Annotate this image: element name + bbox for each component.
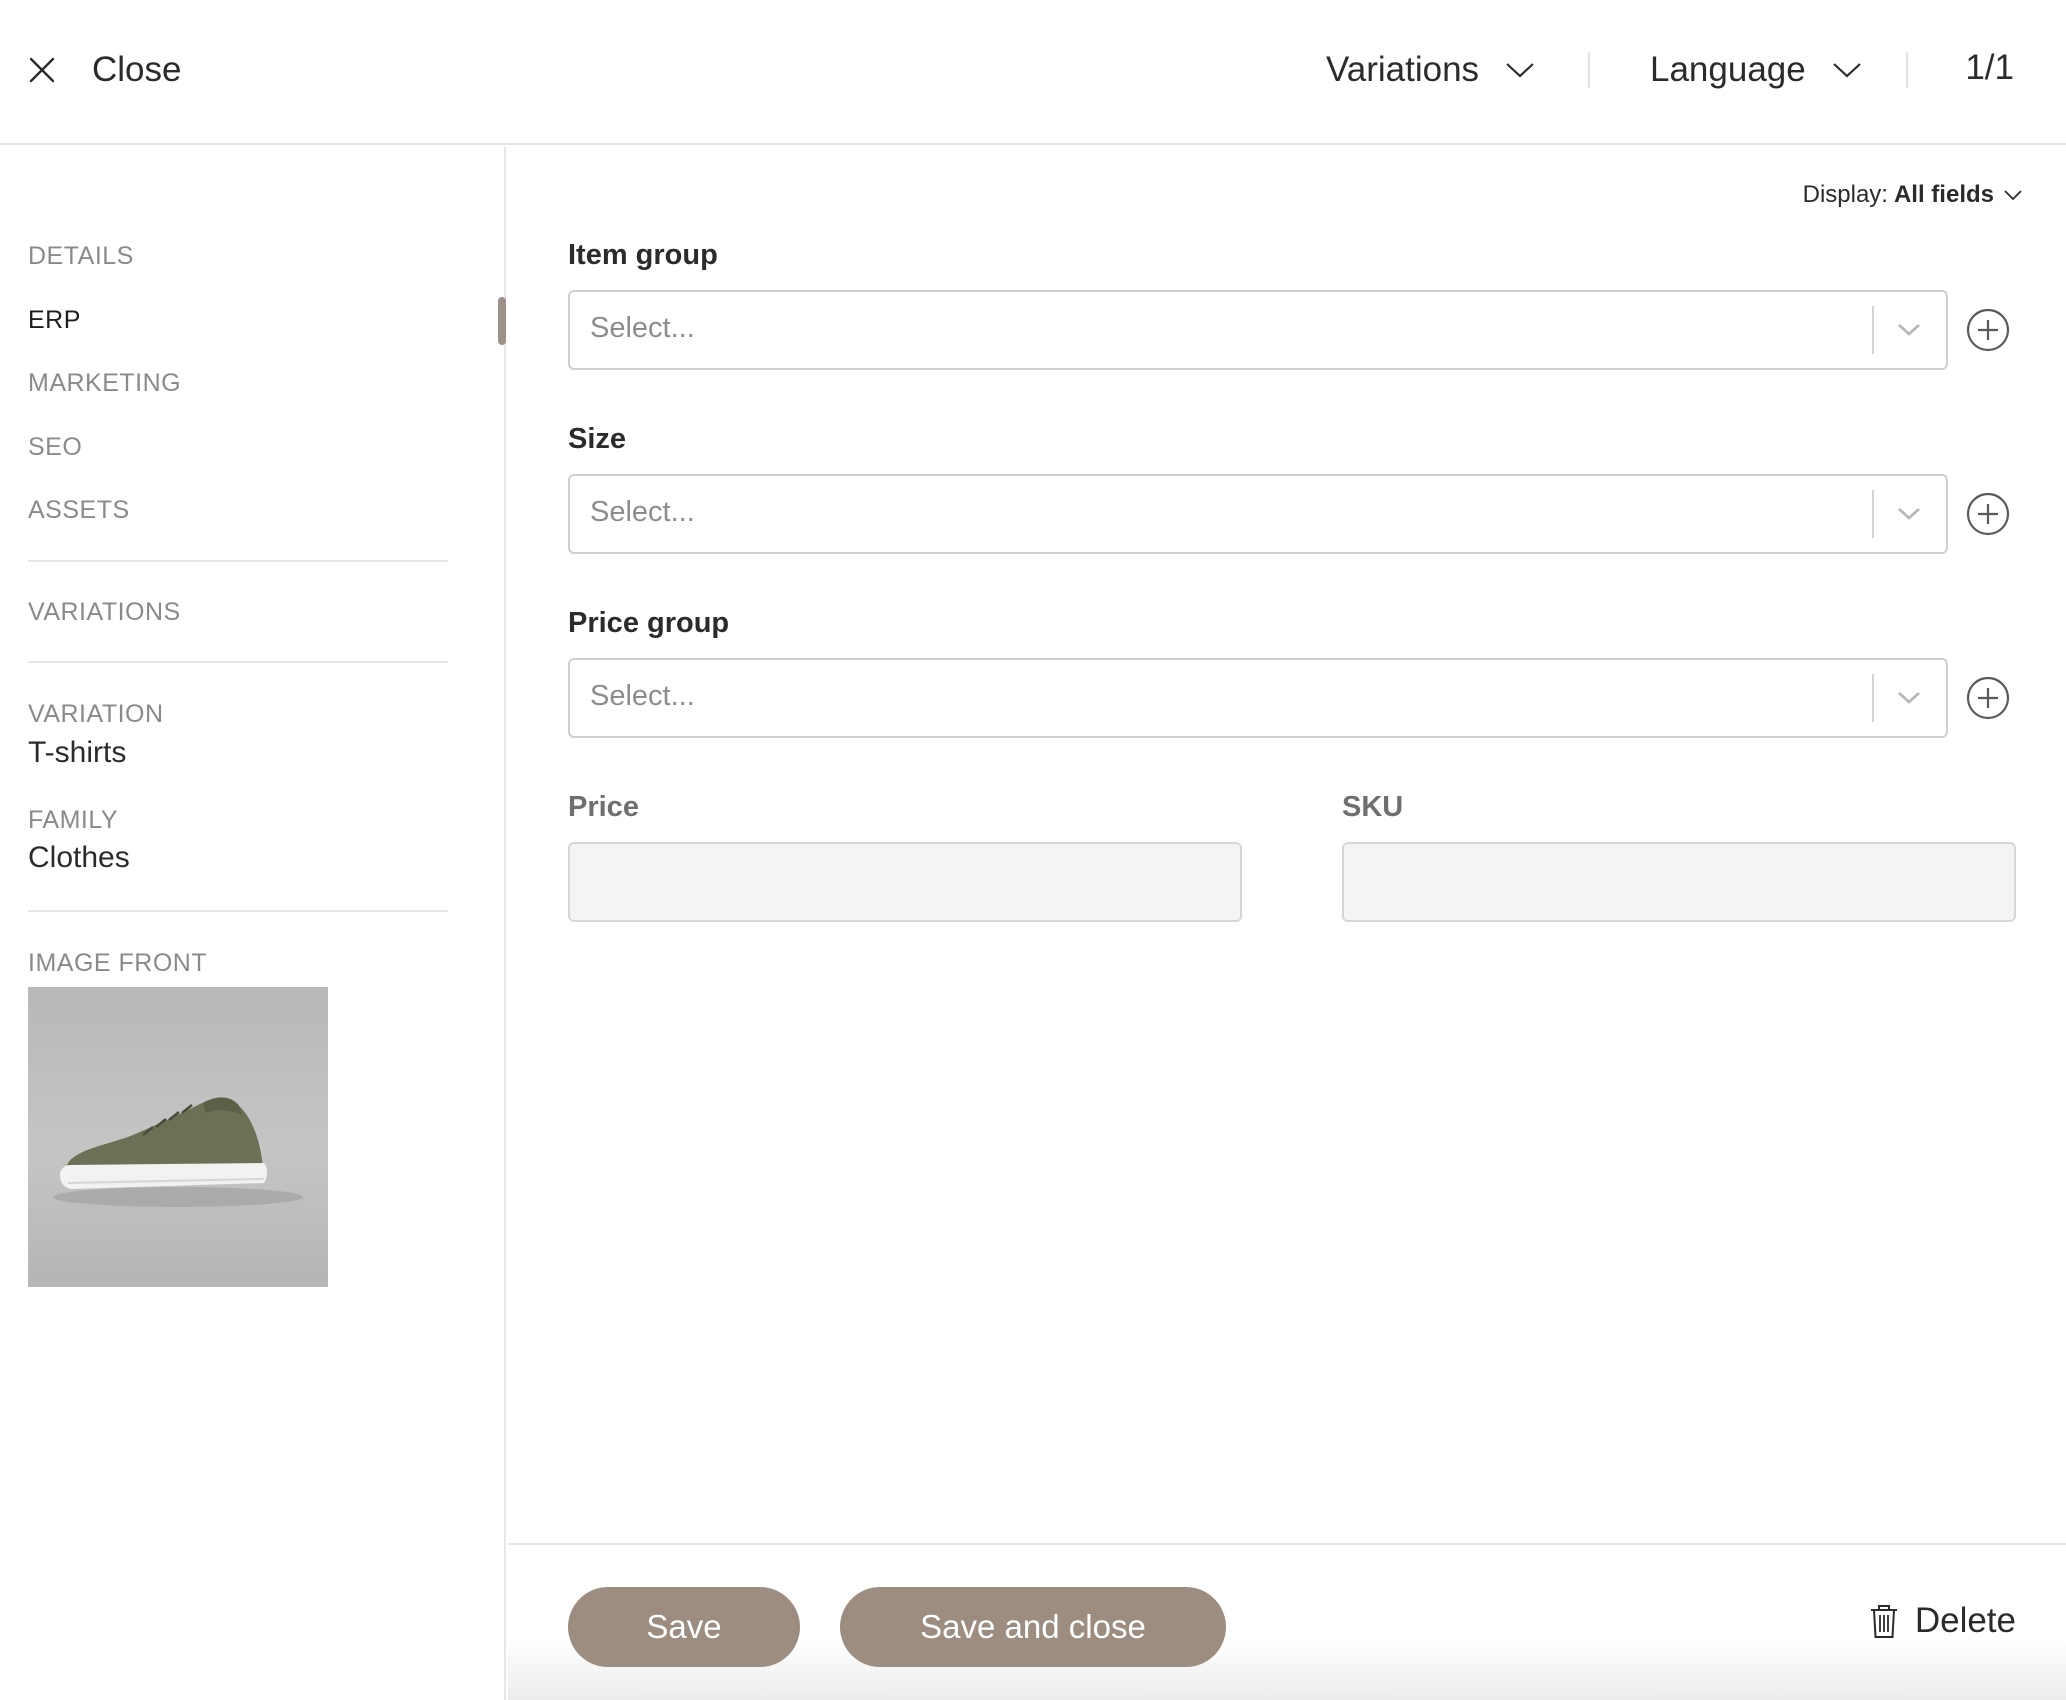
- display-filter-dropdown[interactable]: Display: All fields: [1803, 181, 2022, 209]
- price-group-label: Price group: [568, 607, 730, 639]
- header-divider: [1906, 52, 1908, 88]
- form-panel: Display: All fields Item group Select...…: [508, 147, 2066, 1547]
- header-divider: [1588, 52, 1590, 88]
- select-separator: [1872, 306, 1874, 354]
- add-price-group-button[interactable]: [1965, 675, 2011, 721]
- language-label: Language: [1650, 50, 1806, 89]
- close-label: Close: [92, 50, 182, 89]
- item-group-select[interactable]: Select...: [568, 290, 1948, 370]
- price-label: Price: [568, 791, 639, 823]
- product-image-thumbnail[interactable]: [28, 987, 328, 1287]
- top-bar: Close Variations Language 1/1: [0, 0, 2066, 145]
- variations-dropdown[interactable]: Variations: [1326, 44, 1535, 96]
- variations-label: Variations: [1326, 50, 1480, 89]
- size-select[interactable]: Select...: [568, 474, 1948, 554]
- chevron-down-icon[interactable]: [1896, 506, 1922, 522]
- save-button[interactable]: Save: [568, 1587, 800, 1667]
- chevron-down-icon[interactable]: [1896, 322, 1922, 338]
- chevron-down-icon: [1506, 63, 1534, 78]
- chevron-down-icon: [2004, 189, 2022, 200]
- sidebar-scroll-indicator[interactable]: [498, 297, 506, 345]
- price-field[interactable]: [568, 842, 1242, 922]
- trash-icon: [1870, 1605, 1897, 1638]
- price-group-placeholder: Select...: [590, 680, 695, 712]
- family-label: FAMILY: [28, 806, 119, 834]
- size-placeholder: Select...: [590, 496, 695, 528]
- sidebar-item-assets[interactable]: ASSETS: [28, 496, 130, 525]
- sidebar-item-variations[interactable]: VARIATIONS: [28, 598, 181, 627]
- close-button[interactable]: Close: [26, 46, 181, 94]
- sku-label: SKU: [1342, 791, 1404, 823]
- sidebar-item-seo[interactable]: SEO: [28, 433, 82, 462]
- chevron-down-icon[interactable]: [1896, 690, 1922, 706]
- item-group-placeholder: Select...: [590, 312, 695, 344]
- select-separator: [1872, 490, 1874, 538]
- sidebar-item-marketing[interactable]: MARKETING: [28, 369, 181, 398]
- language-dropdown[interactable]: Language: [1650, 44, 1862, 96]
- sidebar: DETAILS ERP MARKETING SEO ASSETS VARIATI…: [0, 147, 506, 1700]
- sidebar-divider: [28, 910, 448, 912]
- chevron-down-icon: [1832, 63, 1861, 78]
- delete-label: Delete: [1914, 1601, 2016, 1640]
- sidebar-item-details[interactable]: DETAILS: [28, 242, 134, 271]
- close-icon: [29, 57, 55, 83]
- sneaker-image: [53, 1097, 303, 1207]
- sidebar-divider: [28, 661, 448, 663]
- image-front-label: IMAGE FRONT: [28, 949, 208, 977]
- display-prefix: Display:: [1802, 181, 1888, 208]
- variation-label: VARIATION: [28, 700, 164, 728]
- size-label: Size: [568, 423, 627, 455]
- record-pager: 1/1: [1965, 48, 2014, 87]
- sku-field[interactable]: [1342, 842, 2016, 922]
- action-footer: Save Save and close Delete: [508, 1543, 2066, 1700]
- save-and-close-button[interactable]: Save and close: [840, 1587, 1226, 1667]
- item-group-label: Item group: [568, 239, 718, 271]
- display-value: All fields: [1893, 181, 1994, 208]
- sidebar-divider: [28, 560, 448, 562]
- add-size-button[interactable]: [1965, 491, 2011, 537]
- sidebar-item-erp[interactable]: ERP: [28, 306, 81, 335]
- family-value: Clothes: [28, 841, 130, 874]
- price-group-select[interactable]: Select...: [568, 658, 1948, 738]
- delete-button[interactable]: Delete: [1869, 1601, 2016, 1641]
- add-item-group-button[interactable]: [1965, 307, 2011, 353]
- select-separator: [1872, 674, 1874, 722]
- variation-value: T-shirts: [28, 736, 127, 769]
